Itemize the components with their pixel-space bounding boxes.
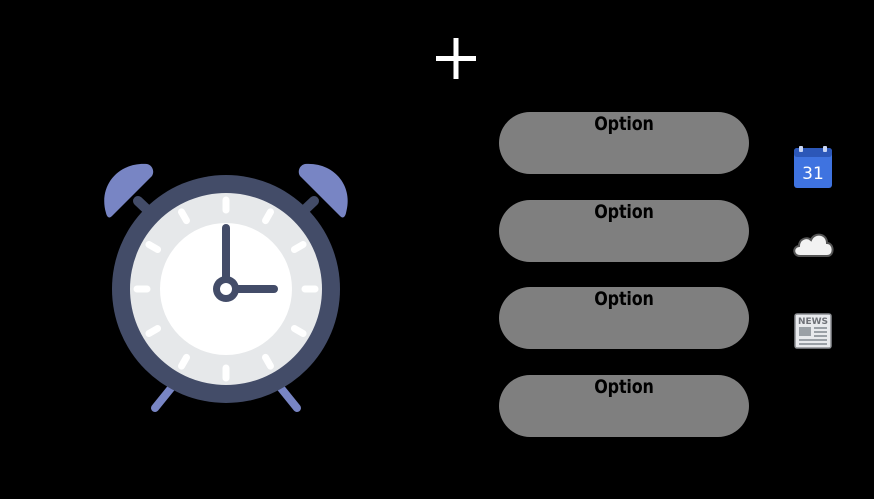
news-word: NEWS xyxy=(798,317,828,327)
clock-tick xyxy=(262,208,274,225)
clock-tick xyxy=(178,353,190,370)
plus-icon xyxy=(436,38,476,79)
clock-tick xyxy=(262,353,274,370)
clock-tick xyxy=(178,208,190,225)
option-button-2[interactable]: Option xyxy=(499,199,749,262)
option-label: Option xyxy=(594,113,654,135)
cloud-icon[interactable] xyxy=(790,228,836,262)
options-list: Option Option Option Option xyxy=(499,112,749,462)
clock-tick xyxy=(145,325,162,337)
clock-tick xyxy=(290,241,307,253)
app-screen: Option Option Option Option 31 NEWS xyxy=(0,0,874,499)
add-button[interactable] xyxy=(432,32,480,84)
option-button-1[interactable]: Option xyxy=(499,112,749,174)
alarm-clock-icon xyxy=(104,163,348,412)
option-label: Option xyxy=(594,375,654,398)
option-button-4[interactable]: Option xyxy=(499,374,749,437)
newspaper-icon[interactable]: NEWS xyxy=(790,312,836,350)
clock-tick xyxy=(145,241,162,253)
clock-tick xyxy=(290,325,307,337)
option-label: Option xyxy=(594,200,654,223)
option-label: Option xyxy=(594,288,654,310)
alarm-clock-widget[interactable] xyxy=(98,156,354,418)
calendar-icon[interactable]: 31 xyxy=(790,146,836,190)
option-button-3[interactable]: Option xyxy=(499,287,749,349)
calendar-day: 31 xyxy=(802,164,824,184)
